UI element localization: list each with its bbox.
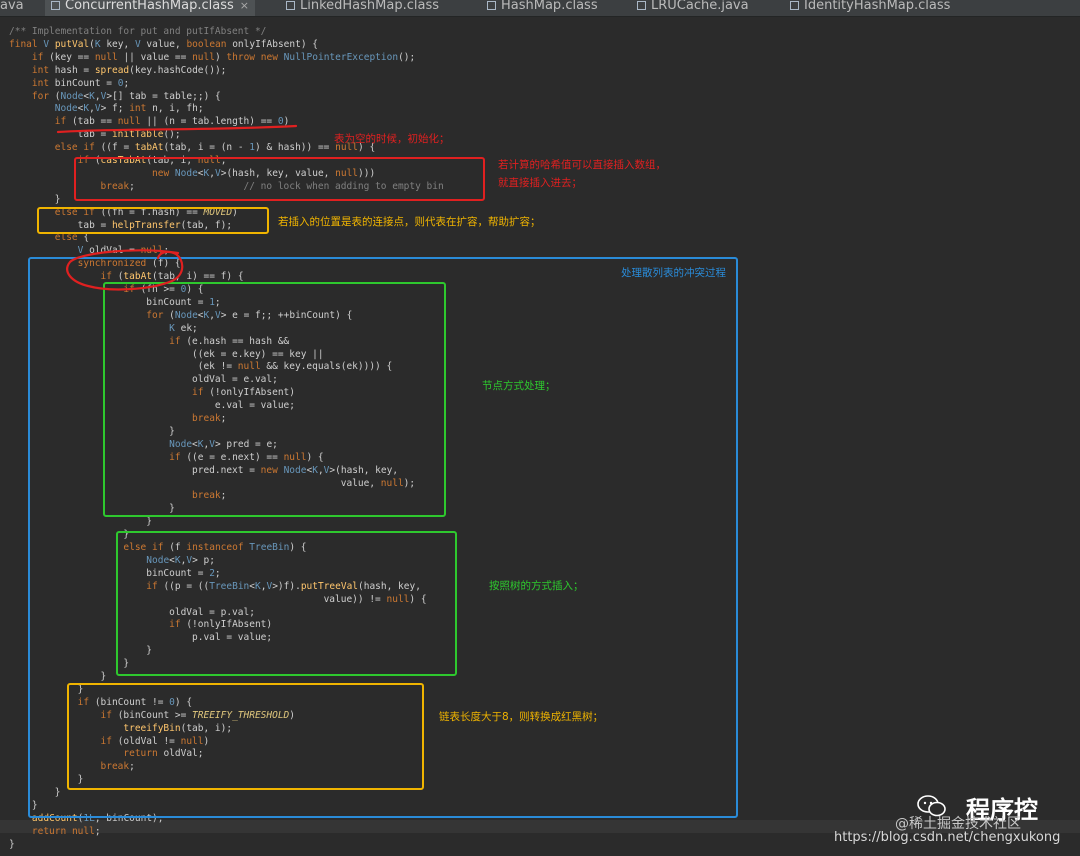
annotation-init: 表为空的时候，初始化； (334, 133, 450, 145)
annotation-tree: 按照树的方式插入； (489, 580, 584, 592)
annotation-conflict: 处理散列表的冲突过程 (621, 267, 726, 279)
annotation-empty-bin-2: 就直接插入进去； (498, 177, 582, 189)
sync-circle-mark (66, 249, 184, 291)
red-pen-marks (56, 124, 298, 291)
underline-mark (56, 124, 298, 134)
annotation-treeify: 链表长度大于8，则转换成红黑树； (439, 711, 604, 723)
annotation-moved: 若插入的位置是表的连接点，则代表在扩容，帮助扩容； (278, 216, 541, 228)
annotation-node: 节点方式处理； (482, 380, 556, 392)
annotation-empty-bin-1: 若计算的哈希值可以直接插入数组， (498, 159, 666, 171)
watermark-url: https://blog.csdn.net/chengxukong (834, 830, 1061, 845)
